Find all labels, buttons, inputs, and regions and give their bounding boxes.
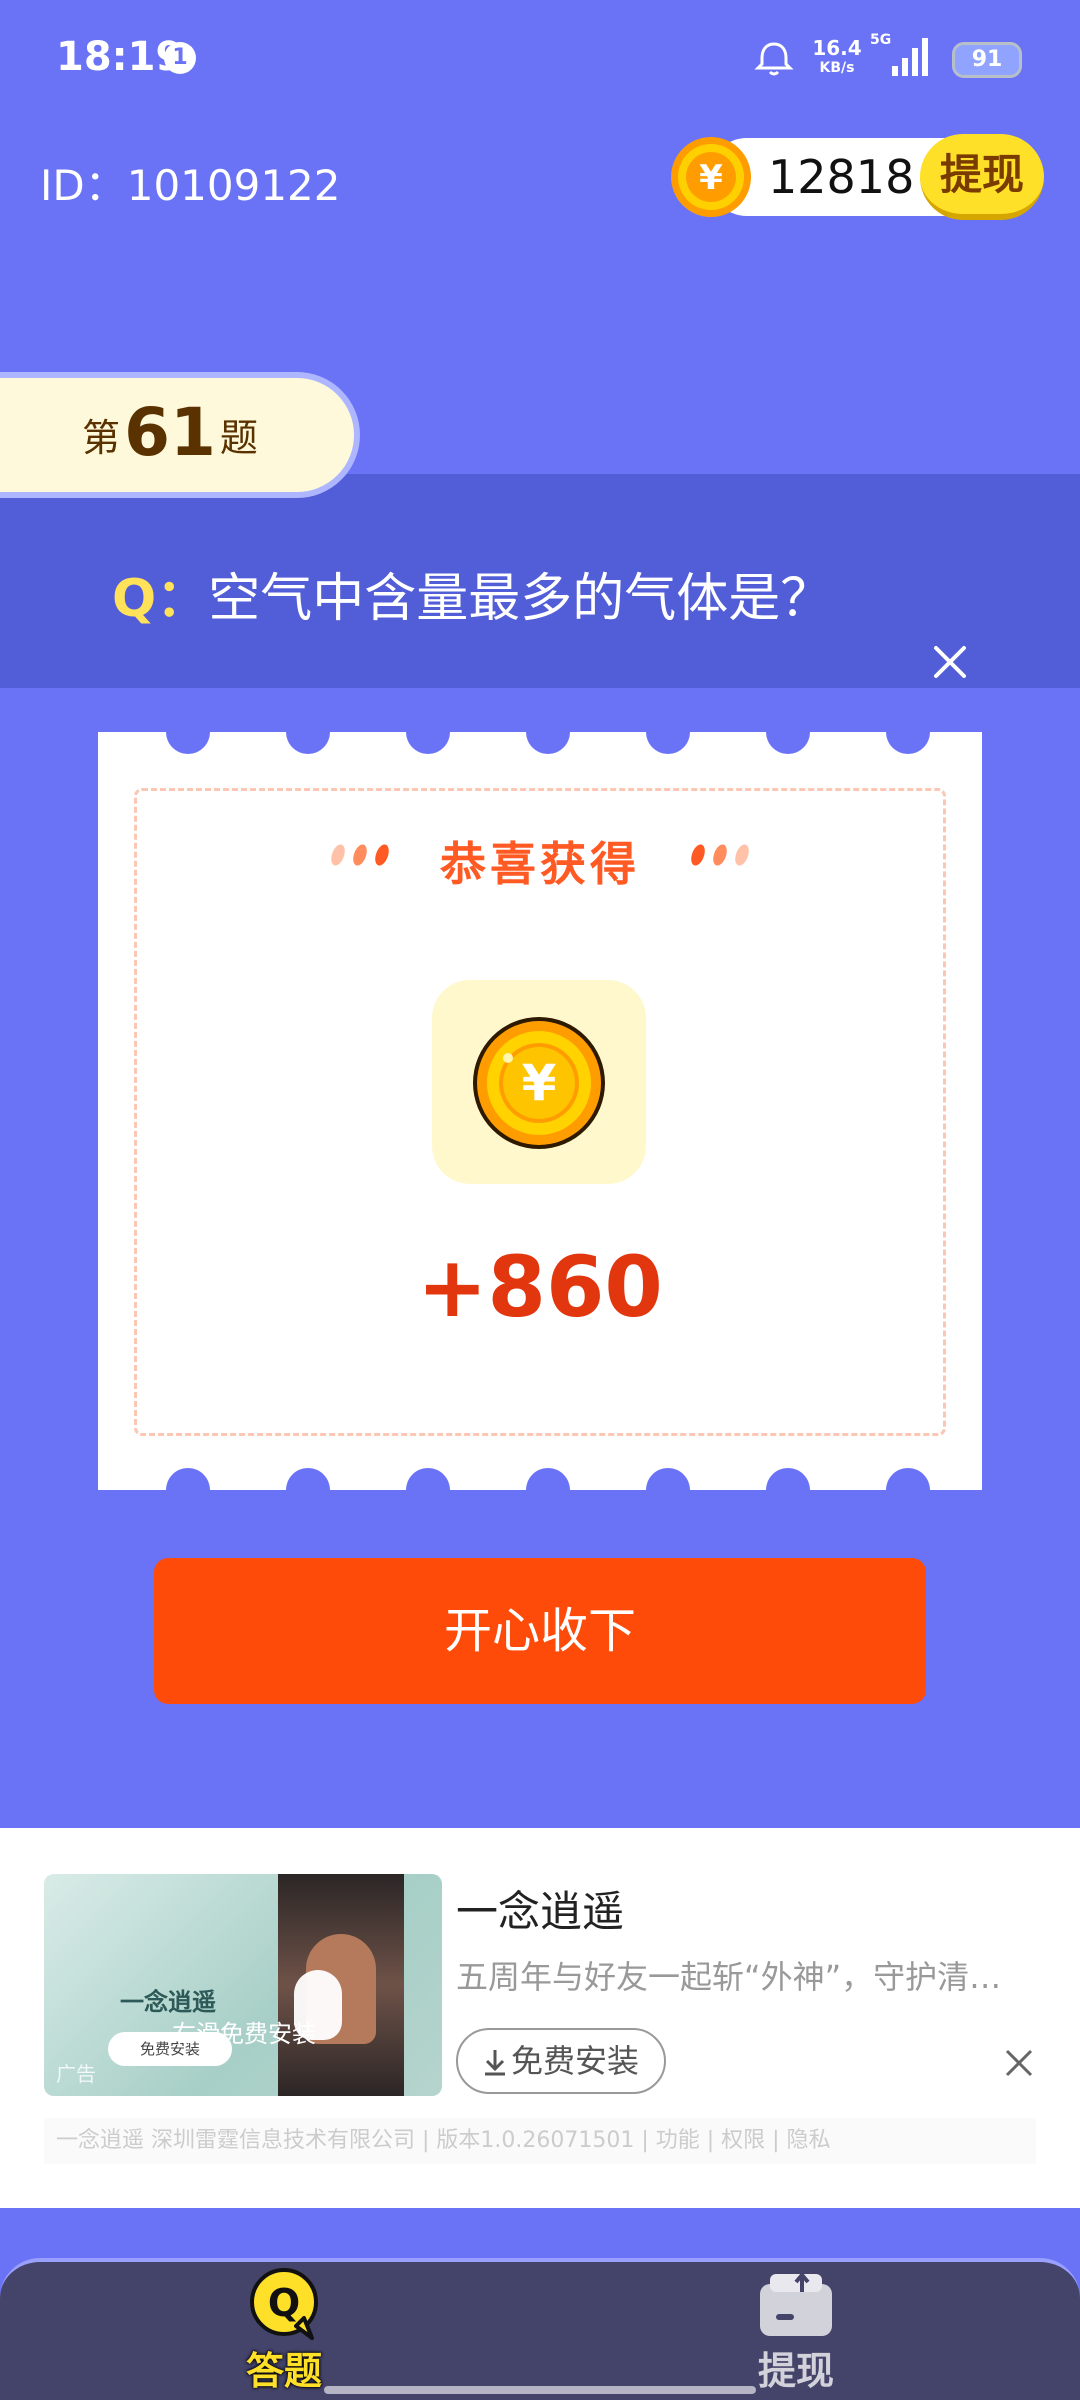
card-scallop bbox=[286, 1468, 330, 1512]
title-decoration-right-icon bbox=[691, 844, 749, 866]
card-scallop bbox=[166, 710, 210, 754]
notification-count-badge: 1 bbox=[164, 42, 196, 74]
ad-banner[interactable]: 一念逍遥 免费安装 右滑免费安装 广告 一念逍遥 五周年与好友一起斩“外神”，守… bbox=[0, 1828, 1080, 2208]
question-number-suffix: 题 bbox=[219, 416, 258, 460]
card-scallop bbox=[766, 1468, 810, 1512]
battery-indicator: 91 bbox=[952, 42, 1022, 78]
bottom-nav: Q 答题 提现 bbox=[0, 2258, 1080, 2400]
ad-install-button[interactable]: 免费安装 bbox=[456, 2028, 666, 2094]
card-scallop bbox=[766, 710, 810, 754]
reward-title: 恭喜获得 bbox=[440, 837, 640, 891]
question-number-prefix: 第 bbox=[82, 416, 121, 460]
card-scallop bbox=[286, 710, 330, 754]
coin-symbol: ¥ bbox=[699, 158, 723, 198]
card-scallop bbox=[646, 710, 690, 754]
ad-thumbnail[interactable]: 一念逍遥 免费安装 右滑免费安装 广告 bbox=[44, 1874, 442, 2096]
network-speed-value: 16.4 bbox=[812, 36, 862, 60]
reward-card: 恭喜获得 ¥ +860 bbox=[98, 710, 982, 1512]
nav-tab-withdraw[interactable]: 提现 bbox=[696, 2262, 896, 2400]
withdraw-button[interactable]: 提现 bbox=[920, 134, 1044, 220]
card-scallop bbox=[526, 1468, 570, 1512]
q-bubble-icon: Q bbox=[250, 2268, 318, 2340]
ad-meta-info: 一念逍遥 深圳雷霆信息技术有限公司 | 版本1.0.26071501 | 功能 … bbox=[44, 2118, 1036, 2164]
question-number-tag: 第61 题 bbox=[0, 372, 360, 498]
ad-install-label: 免费安装 bbox=[510, 2042, 639, 2080]
ad-swipe-text: 右滑免费安装 bbox=[172, 2020, 316, 2048]
card-scallop bbox=[886, 1468, 930, 1512]
wallet-icon bbox=[760, 2271, 832, 2336]
signal-icon: 5G bbox=[870, 32, 928, 76]
card-scallop bbox=[406, 1468, 450, 1512]
card-scallop bbox=[886, 710, 930, 754]
reward-amount: +860 bbox=[417, 1238, 663, 1336]
question-prefix: Q： bbox=[112, 569, 209, 629]
user-id: ID：10109122 bbox=[40, 161, 341, 210]
ad-app-name[interactable]: 一念逍遥 bbox=[456, 1878, 624, 1939]
coin-balance-pill[interactable]: ¥ 12818 提现 bbox=[668, 134, 1044, 220]
network-type: 5G bbox=[870, 32, 891, 48]
question-body: 空气中含量最多的气体是？ bbox=[208, 569, 833, 629]
ad-thumb-title: 一念逍遥 bbox=[120, 1988, 216, 2016]
card-scallop bbox=[526, 710, 570, 754]
card-scallop bbox=[646, 1468, 690, 1512]
network-speed: 16.4 KB/s bbox=[812, 38, 862, 75]
accept-reward-button[interactable]: 开心收下 bbox=[154, 1558, 926, 1704]
download-icon bbox=[484, 2050, 505, 2076]
svg-text:Q: Q bbox=[268, 2281, 300, 2325]
home-indicator[interactable] bbox=[324, 2386, 756, 2394]
status-bar: 18:19 1 16.4 KB/s 5G 91 bbox=[0, 0, 1080, 120]
gold-coin-symbol: ¥ bbox=[522, 1054, 557, 1112]
question-text: Q：空气中含量最多的气体是？ bbox=[112, 556, 832, 631]
gold-coin-icon: ¥ bbox=[473, 1017, 605, 1149]
ad-description: 五周年与好友一起斩“外神”，守护清… bbox=[456, 1958, 1002, 1996]
coin-balance: 12818 bbox=[768, 150, 915, 204]
reward-coin-box: ¥ bbox=[432, 980, 646, 1184]
card-scallop bbox=[166, 1468, 210, 1512]
ad-close-icon[interactable] bbox=[1004, 2048, 1034, 2078]
nav-tab-answer[interactable]: Q 答题 bbox=[184, 2262, 384, 2400]
alarm-icon bbox=[754, 42, 794, 76]
network-speed-unit: KB/s bbox=[819, 60, 855, 76]
close-icon[interactable] bbox=[932, 644, 968, 680]
ad-mark: 广告 bbox=[56, 2062, 96, 2086]
question-number: 61 bbox=[124, 394, 216, 471]
coin-icon: ¥ bbox=[671, 137, 751, 217]
card-scallop bbox=[406, 710, 450, 754]
